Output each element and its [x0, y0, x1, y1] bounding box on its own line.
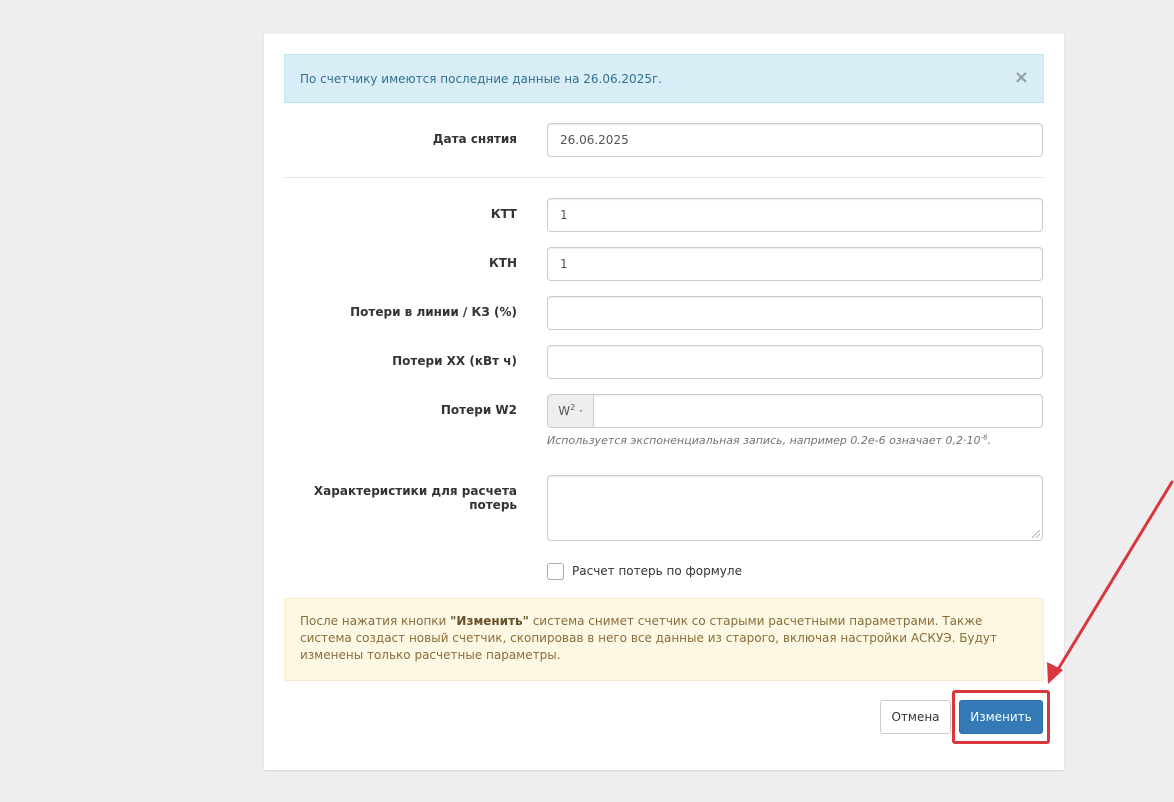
- cancel-button[interactable]: Отмена: [880, 700, 951, 734]
- warning-alert: После нажатия кнопки "Изменить" система …: [284, 598, 1044, 681]
- ktn-input[interactable]: 1: [547, 247, 1043, 281]
- xx-losses-input[interactable]: [547, 345, 1043, 379]
- modal-panel: По счетчику имеются последние данные на …: [264, 34, 1064, 770]
- date-input[interactable]: 26.06.2025: [547, 123, 1043, 157]
- characteristics-label: Характеристики для расчета потерь: [313, 484, 517, 512]
- ktt-label: КТТ: [490, 207, 517, 221]
- warning-text-prefix: После нажатия кнопки: [300, 614, 451, 628]
- info-alert: По счетчику имеются последние данные на …: [284, 54, 1044, 103]
- ktn-label: КТН: [488, 256, 517, 270]
- line-losses-input[interactable]: [547, 296, 1043, 330]
- ktt-input[interactable]: 1: [547, 198, 1043, 232]
- close-icon[interactable]: ×: [1014, 69, 1029, 87]
- warning-text-bold: "Изменить": [450, 614, 529, 628]
- w2-losses-input[interactable]: [594, 395, 1042, 427]
- date-label: Дата снятия: [432, 132, 517, 146]
- line-losses-label: Потери в линии / КЗ (%): [350, 305, 517, 319]
- formula-checkbox-label[interactable]: Расчет потерь по формуле: [572, 564, 742, 578]
- w2-addon: W2 ·: [548, 395, 594, 427]
- w2-losses-label: Потери W2: [440, 403, 517, 417]
- formula-checkbox[interactable]: [547, 563, 564, 580]
- info-alert-text: По счетчику имеются последние данные на …: [300, 72, 663, 86]
- characteristics-textarea[interactable]: [547, 475, 1043, 541]
- submit-button[interactable]: Изменить: [959, 700, 1043, 734]
- resize-handle-icon[interactable]: [1032, 530, 1040, 538]
- xx-losses-label: Потери ХХ (кВт ч): [392, 354, 517, 368]
- w2-losses-input-group[interactable]: W2 ·: [547, 394, 1043, 428]
- divider: [284, 177, 1044, 178]
- w2-help-text: Используется экспоненциальная запись, на…: [547, 433, 992, 447]
